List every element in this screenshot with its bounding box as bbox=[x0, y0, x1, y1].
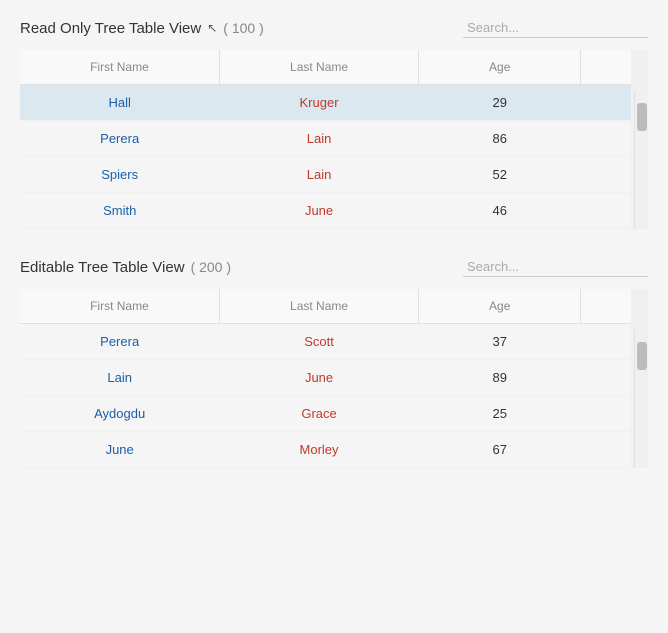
cell-actions bbox=[581, 157, 631, 193]
editable-search-input[interactable] bbox=[463, 257, 648, 277]
readonly-col-age: Age bbox=[419, 50, 581, 85]
cell-lastname: Scott bbox=[219, 324, 418, 360]
editable-scrollbar-thumb bbox=[637, 342, 647, 370]
cell-actions bbox=[581, 432, 631, 468]
readonly-col-firstname: First Name bbox=[20, 50, 219, 85]
readonly-title-group: Read Only Tree Table View ↖ ( 100 ) bbox=[20, 20, 264, 37]
cell-actions bbox=[581, 121, 631, 157]
table-row[interactable]: AydogduGrace25 bbox=[20, 396, 648, 432]
cell-firstname: Hall bbox=[20, 85, 219, 121]
editable-col-actions bbox=[581, 289, 631, 324]
editable-col-lastname: Last Name bbox=[219, 289, 418, 324]
cell-age: 67 bbox=[419, 432, 581, 468]
cell-firstname: Perera bbox=[20, 324, 219, 360]
readonly-scrollbar[interactable] bbox=[634, 91, 648, 229]
cell-lastname: June bbox=[219, 360, 418, 396]
cell-actions bbox=[581, 396, 631, 432]
cell-lastname: Lain bbox=[219, 157, 418, 193]
editable-table-container: First Name Last Name Age PereraScott37La… bbox=[20, 289, 648, 468]
cell-lastname: Lain bbox=[219, 121, 418, 157]
editable-table: First Name Last Name Age PereraScott37La… bbox=[20, 289, 648, 468]
readonly-title: Read Only Tree Table View bbox=[20, 20, 201, 37]
table-row[interactable]: PereraLain86 bbox=[20, 121, 648, 157]
cell-actions bbox=[581, 324, 631, 360]
readonly-count: ( 100 ) bbox=[223, 20, 263, 36]
cell-lastname: June bbox=[219, 193, 418, 229]
editable-col-firstname: First Name bbox=[20, 289, 219, 324]
cell-actions bbox=[581, 85, 631, 121]
cell-age: 89 bbox=[419, 360, 581, 396]
cell-lastname: Kruger bbox=[219, 85, 418, 121]
table-row[interactable]: SmithJune46 bbox=[20, 193, 648, 229]
editable-header-row: First Name Last Name Age bbox=[20, 289, 648, 324]
readonly-table-container: First Name Last Name Age HallKruger29Per… bbox=[20, 50, 648, 229]
cell-actions bbox=[581, 193, 631, 229]
editable-scrollbar[interactable] bbox=[634, 330, 648, 468]
readonly-scrollbar-thumb bbox=[637, 103, 647, 131]
cell-firstname: Smith bbox=[20, 193, 219, 229]
table-row[interactable]: PereraScott37 bbox=[20, 324, 648, 360]
cell-firstname: Lain bbox=[20, 360, 219, 396]
readonly-col-lastname: Last Name bbox=[219, 50, 418, 85]
editable-count: ( 200 ) bbox=[191, 259, 231, 275]
editable-scrollbar-header bbox=[631, 289, 648, 324]
cell-age: 29 bbox=[419, 85, 581, 121]
editable-col-age: Age bbox=[419, 289, 581, 324]
cell-firstname: Aydogdu bbox=[20, 396, 219, 432]
cell-age: 37 bbox=[419, 324, 581, 360]
readonly-header: Read Only Tree Table View ↖ ( 100 ) bbox=[20, 18, 648, 38]
editable-section: Editable Tree Table View ( 200 ) First N… bbox=[0, 239, 668, 478]
readonly-section: Read Only Tree Table View ↖ ( 100 ) Firs… bbox=[0, 0, 668, 239]
cell-firstname: Perera bbox=[20, 121, 219, 157]
editable-title: Editable Tree Table View bbox=[20, 259, 185, 276]
cell-actions bbox=[581, 360, 631, 396]
cell-age: 86 bbox=[419, 121, 581, 157]
table-row[interactable]: HallKruger29 bbox=[20, 85, 648, 121]
table-row[interactable]: LainJune89 bbox=[20, 360, 648, 396]
editable-title-group: Editable Tree Table View ( 200 ) bbox=[20, 259, 231, 276]
cell-firstname: Spiers bbox=[20, 157, 219, 193]
editable-header: Editable Tree Table View ( 200 ) bbox=[20, 257, 648, 277]
cell-lastname: Grace bbox=[219, 396, 418, 432]
cell-age: 25 bbox=[419, 396, 581, 432]
cell-age: 46 bbox=[419, 193, 581, 229]
readonly-header-row: First Name Last Name Age bbox=[20, 50, 648, 85]
readonly-col-actions bbox=[581, 50, 631, 85]
readonly-scrollbar-header bbox=[631, 50, 648, 85]
cursor-icon: ↖ bbox=[207, 21, 217, 35]
readonly-search-input[interactable] bbox=[463, 18, 648, 38]
cell-age: 52 bbox=[419, 157, 581, 193]
cell-lastname: Morley bbox=[219, 432, 418, 468]
table-row[interactable]: SpiersLain52 bbox=[20, 157, 648, 193]
cell-firstname: June bbox=[20, 432, 219, 468]
table-row[interactable]: JuneMorley67 bbox=[20, 432, 648, 468]
readonly-table: First Name Last Name Age HallKruger29Per… bbox=[20, 50, 648, 229]
